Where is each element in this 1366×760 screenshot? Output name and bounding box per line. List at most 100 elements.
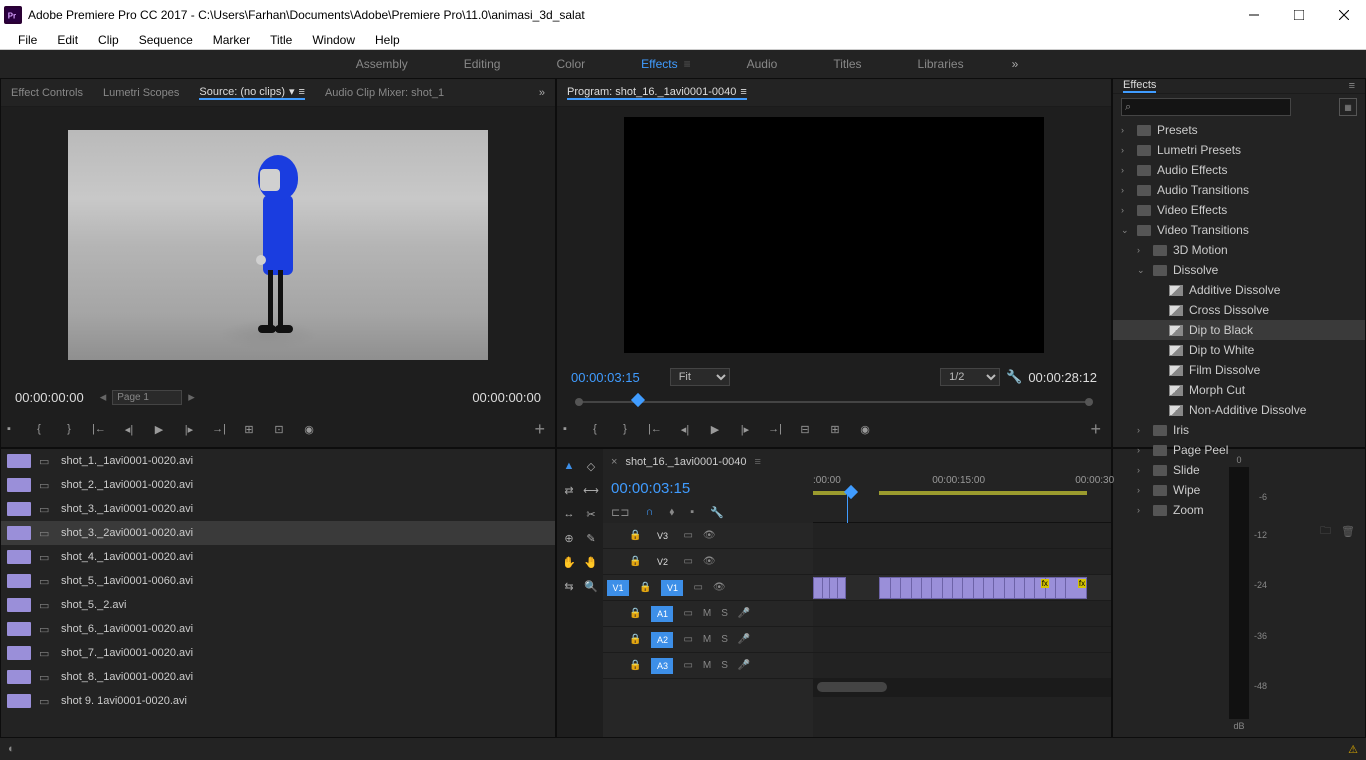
project-item[interactable]: ▭shot 9. 1avi0001-0020.avi — [1, 689, 555, 713]
effects-tree-item[interactable]: Dip to Black — [1113, 320, 1365, 340]
pen-tool-icon[interactable]: ✎ — [584, 531, 598, 545]
go-to-in-icon[interactable]: |← — [647, 421, 663, 437]
source-tc-in[interactable]: 00:00:00:00 — [15, 390, 84, 405]
zoom-fit-select[interactable]: Fit — [670, 368, 730, 386]
effects-tree-item[interactable]: ›Lumetri Presets — [1113, 140, 1365, 160]
close-icon[interactable]: × — [611, 456, 617, 468]
go-to-out-icon[interactable]: →| — [211, 421, 227, 437]
insert-icon[interactable]: ⊞ — [241, 421, 257, 437]
menu-clip[interactable]: Clip — [88, 30, 129, 49]
program-tc-duration[interactable]: 00:00:28:12 — [1028, 370, 1097, 385]
accelerated-filter-icon[interactable]: ▦ — [1339, 98, 1357, 116]
timeline-tracks[interactable]: fxfx — [813, 523, 1111, 737]
sequence-tab[interactable]: shot_16._1avi0001-0040 — [625, 456, 746, 468]
marker-icon[interactable]: ⬧ — [669, 506, 674, 519]
audio-track-header[interactable]: 🔒A2▭MS🎤 — [603, 627, 813, 653]
workspace-audio[interactable]: Audio — [739, 50, 786, 78]
step-forward-icon[interactable]: |▸ — [737, 421, 753, 437]
settings-icon[interactable]: ▪ — [690, 506, 694, 518]
menu-sequence[interactable]: Sequence — [129, 30, 203, 49]
video-track-header[interactable]: 🔒V3▭👁 — [603, 523, 813, 549]
effects-tree-item[interactable]: Non-Additive Dissolve — [1113, 400, 1365, 420]
program-scrubber[interactable] — [569, 391, 1099, 411]
tab-source[interactable]: Source: (no clips)▾≡ — [199, 85, 305, 100]
effects-tree-item[interactable]: ›Audio Transitions — [1113, 180, 1365, 200]
playback-res-select[interactable]: 1/2 — [940, 368, 1000, 386]
effects-tree-item[interactable]: ›Page Peel — [1113, 440, 1365, 460]
snap-icon[interactable]: ⊏⊐ — [611, 506, 629, 519]
step-forward-icon[interactable]: |▸ — [181, 421, 197, 437]
audio-track-header[interactable]: 🔒A1▭MS🎤 — [603, 601, 813, 627]
track-select-tool-icon[interactable]: ◇ — [584, 459, 598, 473]
effects-tree-item[interactable]: ⌄Dissolve — [1113, 260, 1365, 280]
program-viewport[interactable] — [557, 107, 1111, 363]
menu-marker[interactable]: Marker — [203, 30, 260, 49]
play-icon[interactable]: ▶ — [707, 421, 723, 437]
effects-tree-item[interactable]: Cross Dissolve — [1113, 300, 1365, 320]
page-select[interactable]: Page 1 — [112, 390, 182, 405]
video-track-header[interactable]: 🔒V2▭👁 — [603, 549, 813, 575]
play-icon[interactable]: ▶ — [151, 421, 167, 437]
effects-tree-item[interactable]: Dip to White — [1113, 340, 1365, 360]
go-to-out-icon[interactable]: →| — [767, 421, 783, 437]
next-page-icon[interactable]: ▸ — [188, 389, 195, 405]
tab-effects[interactable]: Effects — [1123, 79, 1156, 93]
ripple-tool-icon[interactable]: ⇄ — [562, 483, 576, 497]
marker-icon[interactable]: ▪ — [557, 421, 573, 437]
wrench-icon[interactable]: 🔧 — [710, 506, 724, 519]
effects-tree-item[interactable]: Additive Dissolve — [1113, 280, 1365, 300]
project-item[interactable]: ▭shot_3._2avi0001-0020.avi — [1, 521, 555, 545]
tab-program[interactable]: Program: shot_16._1avi0001-0040≡ — [567, 86, 747, 100]
source-tc-out[interactable]: 00:00:00:00 — [472, 390, 541, 405]
timeline-timecode[interactable]: 00:00:03:15 — [603, 475, 813, 501]
add-button-icon[interactable]: + — [1090, 419, 1101, 440]
out-point-icon[interactable]: } — [61, 421, 77, 437]
timeline-h-scroll[interactable] — [813, 679, 1111, 697]
effects-tree-item[interactable]: ›Iris — [1113, 420, 1365, 440]
project-item[interactable]: ▭shot_5._1avi0001-0060.avi — [1, 569, 555, 593]
minimize-button[interactable] — [1231, 0, 1276, 30]
linked-selection-icon[interactable]: ∩ — [645, 506, 653, 518]
effects-tree-item[interactable]: Film Dissolve — [1113, 360, 1365, 380]
out-point-icon[interactable]: } — [617, 421, 633, 437]
tab-audio-clip-mixer[interactable]: Audio Clip Mixer: shot_1 — [325, 87, 444, 99]
zoom-tool-icon[interactable]: 🤚 — [584, 555, 598, 569]
workspace-editing[interactable]: Editing — [456, 50, 509, 78]
effects-tree-item[interactable]: Morph Cut — [1113, 380, 1365, 400]
effects-tree-item[interactable]: ⌄Video Transitions — [1113, 220, 1365, 240]
timeline-ruler[interactable]: :00:00 00:00:15:00 00:00:30 — [813, 475, 1111, 523]
sync-icon[interactable]: ◐ — [8, 743, 15, 755]
audio-track-header[interactable]: 🔒A3▭MS🎤 — [603, 653, 813, 679]
program-tc-current[interactable]: 00:00:03:15 — [571, 370, 640, 385]
in-point-icon[interactable]: { — [31, 421, 47, 437]
project-item[interactable]: ▭shot_6._1avi0001-0020.avi — [1, 617, 555, 641]
workspace-color[interactable]: Color — [548, 50, 593, 78]
menu-title[interactable]: Title — [260, 30, 302, 49]
type-tool-icon[interactable]: ⇆ — [562, 579, 576, 593]
razor-tool-icon[interactable]: ✂ — [584, 507, 598, 521]
project-item[interactable]: ▭shot_4._1avi0001-0020.avi — [1, 545, 555, 569]
project-item[interactable]: ▭shot_2._1avi0001-0020.avi — [1, 473, 555, 497]
workspace-assembly[interactable]: Assembly — [348, 50, 416, 78]
video-track-header[interactable]: V1🔒V1▭👁 — [603, 575, 813, 601]
workspace-overflow-icon[interactable]: » — [1012, 57, 1019, 71]
tab-lumetri-scopes[interactable]: Lumetri Scopes — [103, 87, 179, 99]
workspace-titles[interactable]: Titles — [825, 50, 869, 78]
menu-help[interactable]: Help — [365, 30, 410, 49]
panel-overflow-icon[interactable]: » — [539, 87, 545, 99]
effects-tree-item[interactable]: ›Presets — [1113, 120, 1365, 140]
workspace-effects[interactable]: Effects≡ — [633, 50, 698, 78]
effects-search-input[interactable] — [1121, 98, 1291, 116]
rate-tool-icon[interactable]: ↔ — [562, 507, 576, 521]
source-viewport[interactable] — [1, 107, 555, 383]
extract-icon[interactable]: ⊞ — [827, 421, 843, 437]
project-item[interactable]: ▭shot_3._1avi0001-0020.avi — [1, 497, 555, 521]
in-point-icon[interactable]: { — [587, 421, 603, 437]
step-back-icon[interactable]: ◂| — [677, 421, 693, 437]
tab-effect-controls[interactable]: Effect Controls — [11, 87, 83, 99]
close-button[interactable] — [1321, 0, 1366, 30]
project-item[interactable]: ▭shot_5._2.avi — [1, 593, 555, 617]
lift-icon[interactable]: ⊟ — [797, 421, 813, 437]
delete-icon[interactable]: 🗑 — [1341, 525, 1355, 538]
overwrite-icon[interactable]: ⊡ — [271, 421, 287, 437]
